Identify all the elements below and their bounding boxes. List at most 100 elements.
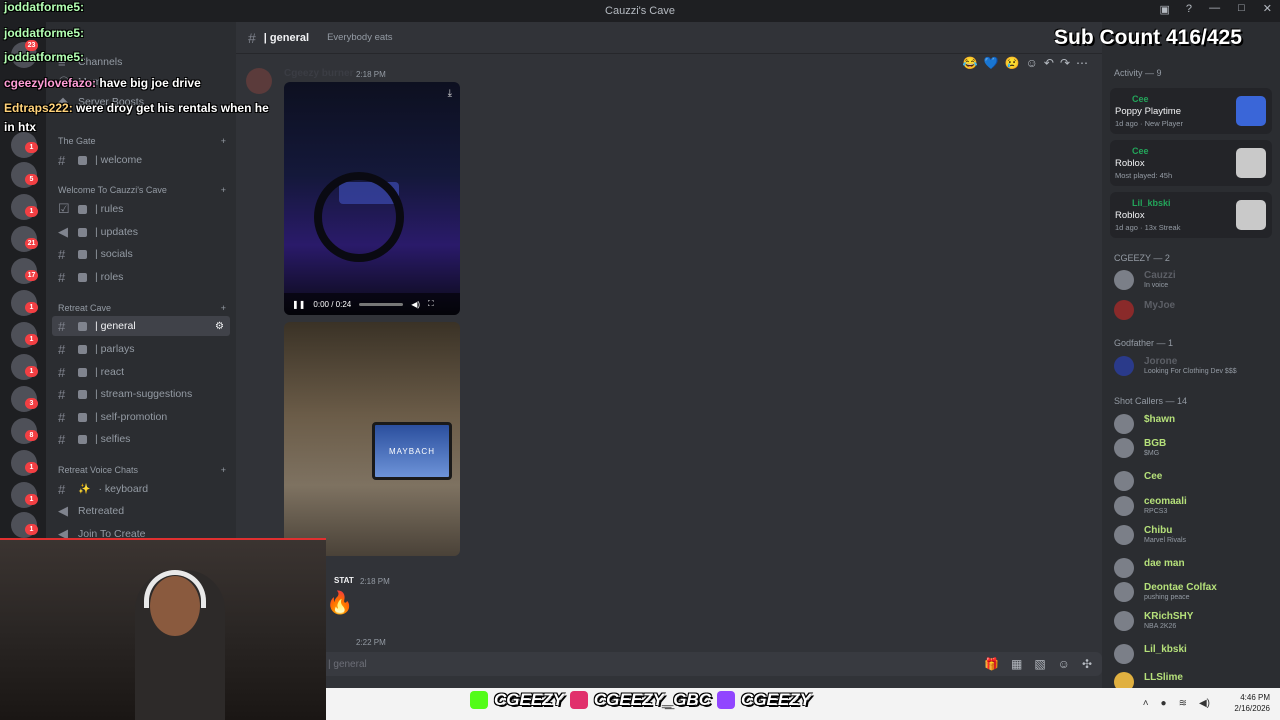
social-handle: CGEEZY_GBC (593, 690, 712, 709)
wifi-icon[interactable]: ≋ (1179, 698, 1187, 709)
channel-item[interactable]: # | parlays (52, 339, 230, 359)
member-item[interactable]: BGB $MG (1114, 436, 1274, 460)
channel-item[interactable]: # | self-promotion (52, 407, 230, 427)
lock-icon (78, 367, 87, 377)
add-reaction-icon[interactable]: ☺ (1026, 56, 1038, 70)
video-progress-bar[interactable] (359, 302, 404, 306)
more-icon[interactable]: ⋯ (1076, 56, 1088, 70)
member-item[interactable]: Deontae Colfax pushing peace (1114, 580, 1274, 604)
hash-icon: # (58, 152, 66, 168)
add-channel-icon[interactable]: + (221, 136, 226, 146)
channel-item[interactable]: # | react (52, 362, 230, 382)
hash-icon: # (58, 318, 66, 334)
image-attachment[interactable]: MAYBACH (284, 322, 460, 556)
hash-icon: # (58, 431, 66, 447)
reaction-button[interactable]: 😂 (963, 56, 978, 70)
taskbar-clock[interactable]: 4:46 PM 2/16/2026 (1234, 692, 1270, 714)
message-author[interactable]: STAT (334, 576, 354, 585)
member-item[interactable]: MyJoe (1114, 298, 1274, 322)
member-item[interactable]: KRichSHY NBA 2K26 (1114, 609, 1274, 633)
volume-icon[interactable]: ◀) (1199, 698, 1210, 709)
mic-icon[interactable]: ● (1161, 698, 1167, 709)
channel-item-active[interactable]: # | general ⚙ (52, 316, 230, 336)
channel-item[interactable]: # | welcome (52, 150, 230, 170)
gif-icon[interactable]: ▦ (1011, 657, 1022, 671)
message-input[interactable]: | general 🎁 ▦ ▧ ☺ ✣ (316, 652, 1102, 676)
member-status: Marvel Rivals (1144, 537, 1187, 544)
channel-item[interactable]: # | socials (52, 244, 230, 264)
settings-icon[interactable]: ⚙ (215, 321, 224, 332)
sticker-icon[interactable]: ▧ (1034, 657, 1045, 671)
category-header[interactable]: Retreat Voice Chats + (58, 465, 226, 475)
category-header[interactable]: The Gate + (58, 136, 226, 146)
member-name: Jorone (1144, 356, 1178, 367)
emoji-icon[interactable]: ☺ (1058, 657, 1070, 671)
reaction-button[interactable]: 😢 (1005, 56, 1020, 70)
chevron-up-icon[interactable]: ˄ (1143, 698, 1149, 709)
channel-item[interactable]: ☑ | rules (52, 199, 230, 219)
activity-game: Roblox (1115, 158, 1145, 169)
add-channel-icon[interactable]: + (221, 465, 226, 475)
video-attachment[interactable]: ⤓ ❚❚ 0:00 / 0:24 ◀) ⛶ (284, 82, 460, 315)
member-item[interactable]: Cee (1114, 469, 1274, 493)
channel-item[interactable]: # | selfies (52, 429, 230, 449)
social-handle: CGEEZY (741, 690, 811, 709)
member-item[interactable]: Chibu Marvel Rivals (1114, 523, 1274, 547)
channel-item[interactable]: ◀ | updates (52, 222, 230, 242)
member-item[interactable]: Cauzzi In voice (1114, 268, 1274, 292)
category-header[interactable]: Welcome To Cauzzi's Cave + (58, 185, 226, 195)
avatar[interactable] (246, 68, 272, 94)
add-channel-icon[interactable]: + (221, 185, 226, 195)
channel-label: | selfies (95, 433, 131, 445)
volume-icon[interactable]: ◀) (411, 300, 420, 309)
minimize-icon[interactable]: — (1209, 2, 1220, 15)
reaction-button[interactable]: 💙 (984, 56, 999, 70)
reply-icon[interactable]: ↶ (1044, 56, 1054, 70)
close-icon[interactable]: ✕ (1263, 2, 1272, 15)
member-name: KRichSHY (1144, 611, 1194, 622)
member-item[interactable]: Jorone Looking For Clothing Dev $$$ (1114, 354, 1274, 378)
forward-icon[interactable]: ↷ (1060, 56, 1070, 70)
avatar (1114, 438, 1134, 458)
lock-icon (78, 227, 87, 237)
voice-channel-item[interactable]: ◀ Retreated (52, 501, 230, 521)
message-content: 🔥 (326, 590, 354, 615)
kick-icon (470, 691, 488, 709)
chat-header: # | general Everybody eats (236, 22, 1102, 54)
category-header[interactable]: Retreat Cave + (58, 303, 226, 313)
channel-item[interactable]: # | stream-suggestions (52, 384, 230, 404)
socials-overlay: CGEEZY CGEEZY_GBC CGEEZY (470, 690, 811, 710)
member-item[interactable]: dae man (1114, 556, 1274, 580)
download-icon[interactable]: ⤓ (448, 88, 452, 99)
help-icon[interactable]: ? (1186, 3, 1192, 16)
channel-item[interactable]: # | roles (52, 267, 230, 287)
add-channel-icon[interactable]: + (221, 303, 226, 313)
composer-placeholder: | general (328, 658, 367, 670)
fullscreen-icon[interactable]: ⛶ (428, 299, 434, 309)
member-item[interactable]: Lil_kbski (1114, 642, 1274, 666)
message-author[interactable]: Cgeezy burner (284, 68, 353, 79)
activity-meta: 1d ago · New Player (1115, 119, 1183, 128)
activity-card[interactable]: Cee Poppy Playtime 1d ago · New Player (1110, 88, 1272, 134)
activity-header[interactable]: Activity — 9 (1114, 68, 1162, 78)
gift-icon[interactable]: 🎁 (984, 657, 999, 671)
inbox-icon[interactable]: ▣ (1159, 3, 1169, 16)
channel-label: | general (95, 320, 136, 332)
activity-card[interactable]: Cee Roblox Most played: 45h (1110, 140, 1272, 186)
member-name: Chibu (1144, 525, 1173, 536)
chat-user: joddatforme5: (4, 50, 85, 64)
activity-user: Cee (1132, 146, 1149, 156)
mention-badge: 1 (25, 494, 38, 505)
category-label: Welcome To Cauzzi's Cave (58, 185, 167, 195)
mention-badge: 1 (25, 206, 38, 217)
apps-icon[interactable]: ✣ (1082, 657, 1092, 671)
category-label: Retreat Cave (58, 303, 112, 313)
mention-badge: 1 (25, 462, 38, 473)
pause-icon[interactable]: ❚❚ (292, 300, 305, 309)
member-item[interactable]: $hawn (1114, 412, 1274, 436)
activity-card[interactable]: Lil_kbski Roblox 1d ago · 13x Streak (1110, 192, 1272, 238)
maximize-icon[interactable]: □ (1238, 2, 1245, 15)
member-name: ceomaali (1144, 496, 1187, 507)
member-item[interactable]: ceomaali RPCS3 (1114, 494, 1274, 518)
channel-item[interactable]: # ✨ · keyboard (52, 479, 230, 499)
